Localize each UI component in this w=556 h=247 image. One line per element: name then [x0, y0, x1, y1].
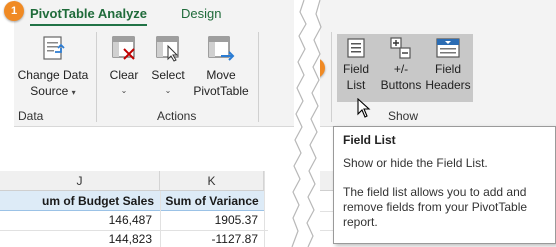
plus-minus-icon: [390, 37, 411, 59]
change-data-source-button[interactable]: Change Data Source ▾: [16, 34, 90, 101]
change-data-source-label-2: Source ▾: [30, 84, 76, 98]
select-button[interactable]: Select ⌄: [148, 34, 188, 99]
grid-line: [160, 191, 161, 247]
column-header-j[interactable]: J: [0, 171, 160, 191]
change-data-source-label-1: Change Data: [17, 68, 89, 82]
move-pivottable-icon: [208, 36, 235, 61]
field-list-label-1: Field: [342, 62, 369, 76]
field-headers-label-1: Field: [434, 62, 461, 76]
tab-design[interactable]: Design: [181, 6, 221, 21]
move-pivottable-label-2: PivotTable: [193, 84, 249, 98]
move-pivottable-label-1: Move: [206, 68, 236, 82]
table-cell[interactable]: -1127.87: [160, 230, 258, 247]
clear-icon: [112, 36, 135, 60]
field-list-tooltip: Field List Show or hide the Field List. …: [333, 126, 556, 244]
change-data-source-icon: [43, 36, 65, 60]
tooltip-description-line: report.: [343, 215, 378, 229]
chevron-down-icon: ⌄: [164, 86, 172, 95]
group-divider: [258, 32, 259, 122]
actions-group-label: Actions: [157, 109, 197, 123]
grid-line: [264, 171, 265, 247]
grid-line: [0, 230, 268, 231]
pivot-header-variance[interactable]: Sum of Variance: [160, 191, 264, 211]
table-cell[interactable]: 1905.37: [160, 211, 258, 230]
group-divider: [96, 32, 97, 122]
move-pivottable-button[interactable]: Move PivotTable: [190, 34, 252, 99]
plus-minus-label-1: +/-: [393, 62, 409, 76]
table-cell[interactable]: 146,487: [0, 211, 152, 230]
clear-label: Clear: [109, 68, 139, 82]
plus-minus-label-2: Buttons: [380, 78, 422, 92]
tooltip-description-line: The field list allows you to add and: [343, 185, 527, 199]
field-list-button[interactable]: Field List: [338, 36, 374, 93]
tooltip-title: Field List: [343, 133, 396, 147]
pivot-header-budget-sales[interactable]: um of Budget Sales: [0, 191, 160, 211]
clear-button[interactable]: Clear ⌄: [104, 34, 144, 99]
show-group-label: Show: [388, 109, 419, 123]
chevron-down-icon: ⌄: [120, 86, 128, 95]
chevron-down-icon: ▾: [71, 88, 76, 97]
table-cell[interactable]: 144,823: [0, 230, 152, 247]
ribbon-tabs: PivotTable Analyze Design: [14, 0, 294, 28]
step-badge-1: 1: [4, 1, 24, 21]
mouse-pointer-icon: [357, 98, 371, 118]
field-headers-button[interactable]: Field Headers: [424, 36, 472, 93]
select-icon: [156, 36, 179, 62]
data-group-label: Data: [18, 109, 44, 123]
tooltip-description-line: remove fields from your PivotTable: [343, 200, 528, 214]
column-header-k[interactable]: K: [160, 171, 264, 191]
field-list-icon: [347, 38, 365, 58]
field-headers-label-2: Headers: [425, 78, 471, 92]
tab-pivottable-analyze[interactable]: PivotTable Analyze: [30, 6, 148, 26]
field-headers-icon: [436, 38, 460, 58]
field-list-label-2: List: [346, 78, 366, 92]
group-divider: [331, 32, 332, 122]
tooltip-summary: Show or hide the Field List.: [343, 156, 488, 170]
select-label: Select: [151, 68, 185, 82]
torn-edge-divider: [291, 0, 322, 247]
plus-minus-buttons-button[interactable]: +/- Buttons: [377, 36, 425, 93]
